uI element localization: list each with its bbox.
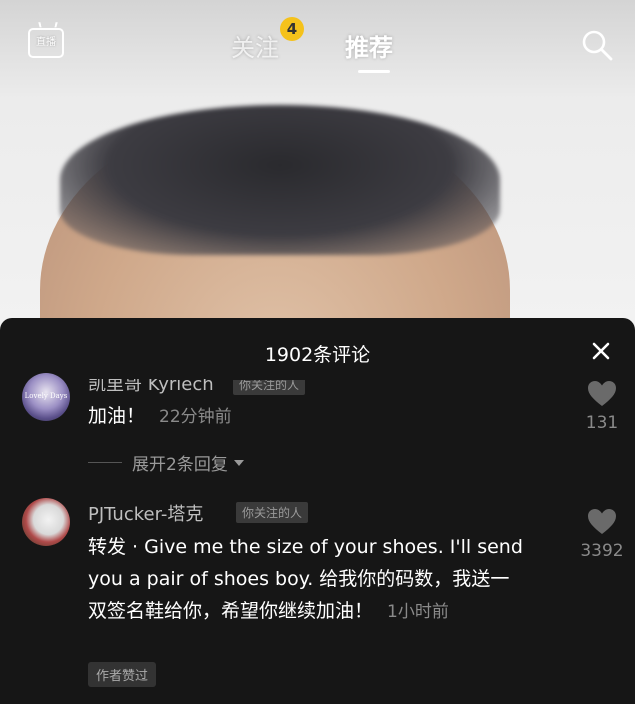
heart-icon	[588, 381, 616, 406]
comment-time: 1小时前	[387, 602, 449, 622]
heart-icon	[588, 509, 616, 534]
avatar[interactable]: Lovely Days	[22, 373, 70, 421]
followed-user-tag: 你关注的人	[233, 380, 306, 395]
comment-time: 22分钟前	[159, 407, 232, 427]
close-icon[interactable]	[590, 340, 612, 362]
tab-follow[interactable]: 关注	[231, 28, 279, 63]
avatar-text: Lovely Days	[24, 392, 68, 400]
active-tab-indicator	[358, 70, 390, 73]
expand-replies-button[interactable]: 展开2条回复	[88, 450, 244, 475]
author-liked-badge: 作者赞过	[88, 662, 157, 687]
comments-count-title: 1902条评论	[264, 344, 371, 366]
live-label: 直播	[36, 37, 56, 48]
video-subject-hair	[60, 105, 500, 255]
comment-body: 转发 · Give me the size of your shoes. I'l…	[88, 536, 523, 622]
like-count: 3392	[580, 541, 624, 561]
comment-text[interactable]: 加油！ 22分钟前	[88, 400, 232, 433]
comment-text[interactable]: 转发 · Give me the size of your shoes. I'l…	[88, 531, 528, 628]
expand-replies-label: 展开2条回复	[132, 455, 228, 475]
search-icon[interactable]	[580, 28, 614, 62]
follow-notification-badge: 4	[280, 17, 304, 41]
live-tv-icon[interactable]: 直播	[28, 28, 64, 58]
tab-recommend[interactable]: 推荐	[345, 28, 393, 63]
like-count: 131	[585, 413, 619, 433]
divider	[88, 462, 122, 463]
chevron-down-icon	[233, 459, 244, 466]
followed-user-tag: 你关注的人	[236, 502, 309, 523]
comments-sheet: 1902条评论 Lovely Days 凯里哥 Kyriech 你关注的人 加油…	[0, 318, 635, 704]
comment-user-name[interactable]: 凯里哥 Kyriech	[88, 379, 214, 396]
comment-body: 加油！	[88, 405, 146, 427]
avatar[interactable]	[22, 498, 70, 546]
like-button[interactable]: 3392	[572, 508, 632, 561]
like-button[interactable]: 131	[572, 380, 632, 433]
top-navigation-bar: 直播 关注 4 推荐	[0, 0, 635, 90]
comment-user-name[interactable]: PJTucker-塔克	[88, 500, 203, 526]
